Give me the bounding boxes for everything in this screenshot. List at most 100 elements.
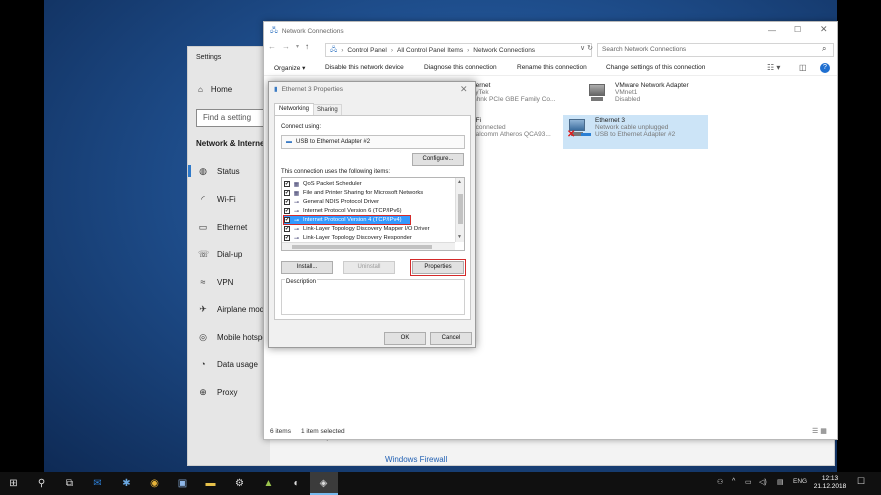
sidebar-item-proxy[interactable]: ⊕ Proxy	[198, 384, 270, 400]
breadcrumb-item[interactable]: Control Panel	[347, 47, 386, 54]
adapter-ethernet3[interactable]: ✕ Ethernet 3 Network cable unplugged USB…	[563, 115, 708, 149]
close-icon[interactable]: ✕	[460, 84, 468, 95]
settings-search-input[interactable]: Find a setting	[196, 109, 268, 127]
uninstall-button[interactable]: Uninstall	[343, 261, 395, 274]
notifications-icon[interactable]: ☐	[857, 476, 865, 487]
list-item-ipv4[interactable]: ✔ ⊸ Internet Protocol Version 4 (TCP/IPv4)	[283, 215, 411, 225]
speaker-icon[interactable]: ◁)	[759, 478, 767, 486]
network-adapter-unplugged-icon: ✕	[567, 117, 591, 140]
battery-icon[interactable]: ▭	[745, 478, 752, 486]
checkbox[interactable]: ✔	[284, 235, 290, 241]
checkbox[interactable]: ✔	[284, 181, 290, 187]
settings-title: Settings	[196, 54, 222, 61]
install-button[interactable]: Install...	[281, 261, 333, 274]
windows-firewall-link[interactable]: Windows Firewall	[385, 455, 447, 464]
network-connections-taskbar-icon: ◈	[319, 478, 328, 489]
checkbox[interactable]: ✔	[284, 208, 290, 214]
ok-button[interactable]: OK	[384, 332, 426, 345]
list-vertical-scrollbar[interactable]: ▲ ▼	[455, 178, 464, 242]
scroll-down-icon[interactable]: ▼	[457, 234, 462, 240]
list-item-label: Internet Protocol Version 4 (TCP/IPv4)	[303, 217, 402, 223]
tab-sharing[interactable]: Sharing	[313, 104, 342, 115]
start-windows-icon[interactable]: ⊞	[6, 476, 21, 491]
checkbox[interactable]: ✔	[284, 190, 290, 196]
list-item-label: Link-Layer Topology Discovery Responder	[303, 235, 412, 241]
configure-button[interactable]: Configure...	[412, 153, 464, 166]
cancel-button[interactable]: Cancel	[430, 332, 472, 345]
proxy-globe-icon: ⊕	[199, 386, 207, 397]
settings-gear-icon[interactable]: ⚙	[232, 476, 247, 491]
dialog-title: Ethernet 3 Properties	[281, 85, 344, 93]
view-toggle-icons[interactable]: ☰ ▦	[812, 427, 827, 435]
sidebar-item-wifi[interactable]: ◜ Wi-Fi	[198, 191, 270, 207]
preview-pane-icon[interactable]: ◫	[799, 63, 807, 72]
people-icon[interactable]: ⚇	[717, 478, 723, 486]
address-bar[interactable]: 🖧 › Control Panel › All Control Panel It…	[325, 43, 592, 57]
sidebar-item-status[interactable]: ◍ Status	[198, 163, 270, 179]
scroll-up-icon[interactable]: ▲	[457, 179, 462, 185]
sidebar-item-ethernet[interactable]: ▭ Ethernet	[198, 219, 270, 235]
chrome-icon[interactable]: ◉	[147, 476, 162, 491]
tab-networking[interactable]: Networking	[274, 103, 315, 115]
app-icon[interactable]: ◐	[289, 476, 304, 491]
breadcrumb-item[interactable]: All Control Panel Items	[397, 47, 463, 54]
phone-icon: ☏	[198, 248, 210, 259]
active-taskbar-app[interactable]: ◈	[310, 472, 338, 495]
checkbox[interactable]: ✔	[284, 226, 290, 232]
change-settings-button[interactable]: Change settings of this connection	[606, 64, 705, 71]
settings-home[interactable]: ⌂ Home	[198, 85, 232, 94]
sidebar-item-label: Ethernet	[217, 222, 248, 232]
sidebar-item-vpn[interactable]: ≈ VPN	[198, 274, 270, 290]
recent-dropdown-icon[interactable]: ▾	[296, 43, 299, 51]
installer-icon[interactable]: ▲	[261, 476, 276, 491]
list-item-qos[interactable]: ✔ ▦ QoS Packet Scheduler	[284, 180, 452, 188]
search-icon[interactable]: ⚲	[34, 476, 49, 491]
adapter-ethernet[interactable]: hernet ityTek ishnk PCIe GBE Family Co..…	[472, 82, 555, 103]
breadcrumb-item[interactable]: Network Connections	[473, 47, 535, 54]
list-item-ndis[interactable]: ✔ ⊸ General NDIS Protocol Driver	[284, 198, 452, 206]
list-horizontal-scrollbar[interactable]	[282, 242, 455, 250]
items-list[interactable]: ✔ ▦ QoS Packet Scheduler ✔ ▦ File and Printe…	[281, 177, 465, 251]
adapter-vmware[interactable]: VMware Network Adapter VMnet1 Disabled	[587, 82, 717, 104]
list-item-lltd-responder[interactable]: ✔ ⊸ Link-Layer Topology Discovery Responde…	[284, 234, 452, 242]
protocol-icon: ⊸	[293, 226, 300, 233]
language-indicator[interactable]: ENG	[793, 478, 807, 485]
close-button[interactable]: ✕	[820, 24, 828, 35]
tray-chevron-icon[interactable]: ^	[732, 478, 735, 485]
outlook-icon[interactable]: ✉	[90, 476, 105, 491]
forward-arrow-icon[interactable]: →	[282, 42, 290, 51]
file-explorer-icon[interactable]: ▬	[203, 476, 218, 491]
maximize-button[interactable]: ☐	[794, 25, 801, 34]
list-item-lltd-mapper[interactable]: ✔ ⊸ Link-Layer Topology Discovery Mapper I…	[284, 225, 452, 233]
sidebar-item-data-usage[interactable]: ◔ Data usage	[198, 356, 270, 372]
help-icon[interactable]: ?	[820, 63, 830, 73]
back-arrow-icon[interactable]: ←	[268, 42, 276, 51]
minimize-button[interactable]: —	[768, 26, 776, 35]
sidebar-item-airplane[interactable]: ✈ Airplane mode	[198, 301, 270, 317]
clock[interactable]: 12:13 21.12.2018	[812, 475, 848, 491]
scroll-thumb[interactable]	[292, 245, 432, 249]
search-icon[interactable]: ⌕	[822, 44, 826, 54]
organize-menu[interactable]: Organize ▾	[274, 64, 305, 72]
search-input[interactable]: Search Network Connections	[597, 43, 834, 57]
checkbox[interactable]: ✔	[284, 217, 290, 223]
adapter-wifi[interactable]: i-Fi t connected ualcomm Atheros QCA93..…	[472, 117, 551, 138]
monitor-app-icon[interactable]: ▣	[175, 476, 190, 491]
up-arrow-icon[interactable]: ↑	[305, 42, 309, 51]
network-tool-icon[interactable]: ✱	[119, 476, 134, 491]
list-item-ipv6[interactable]: ✔ ⊸ Internet Protocol Version 6 (TCP/IPv6)	[284, 207, 452, 215]
properties-button[interactable]: Properties	[410, 259, 466, 276]
disable-device-button[interactable]: Disable this network device	[325, 64, 404, 71]
sidebar-item-dialup[interactable]: ☏ Dial-up	[198, 246, 270, 262]
checkbox[interactable]: ✔	[284, 199, 290, 205]
view-options-icon[interactable]: ☷ ▾	[767, 63, 780, 72]
scroll-thumb[interactable]	[458, 194, 463, 224]
list-item-file-printer[interactable]: ✔ ▦ File and Printer Sharing for Microsoft…	[284, 189, 452, 197]
item-count: 6 items	[270, 427, 291, 435]
sidebar-item-hotspot[interactable]: ◎ Mobile hotspot	[198, 329, 270, 345]
task-view-icon[interactable]: ⧉	[62, 476, 77, 491]
diagnose-button[interactable]: Diagnose this connection	[424, 64, 497, 71]
rename-button[interactable]: Rename this connection	[517, 64, 587, 71]
network-tray-icon[interactable]: ▤	[777, 478, 784, 486]
address-dropdown-icon[interactable]: ∨ ↻	[580, 44, 593, 52]
